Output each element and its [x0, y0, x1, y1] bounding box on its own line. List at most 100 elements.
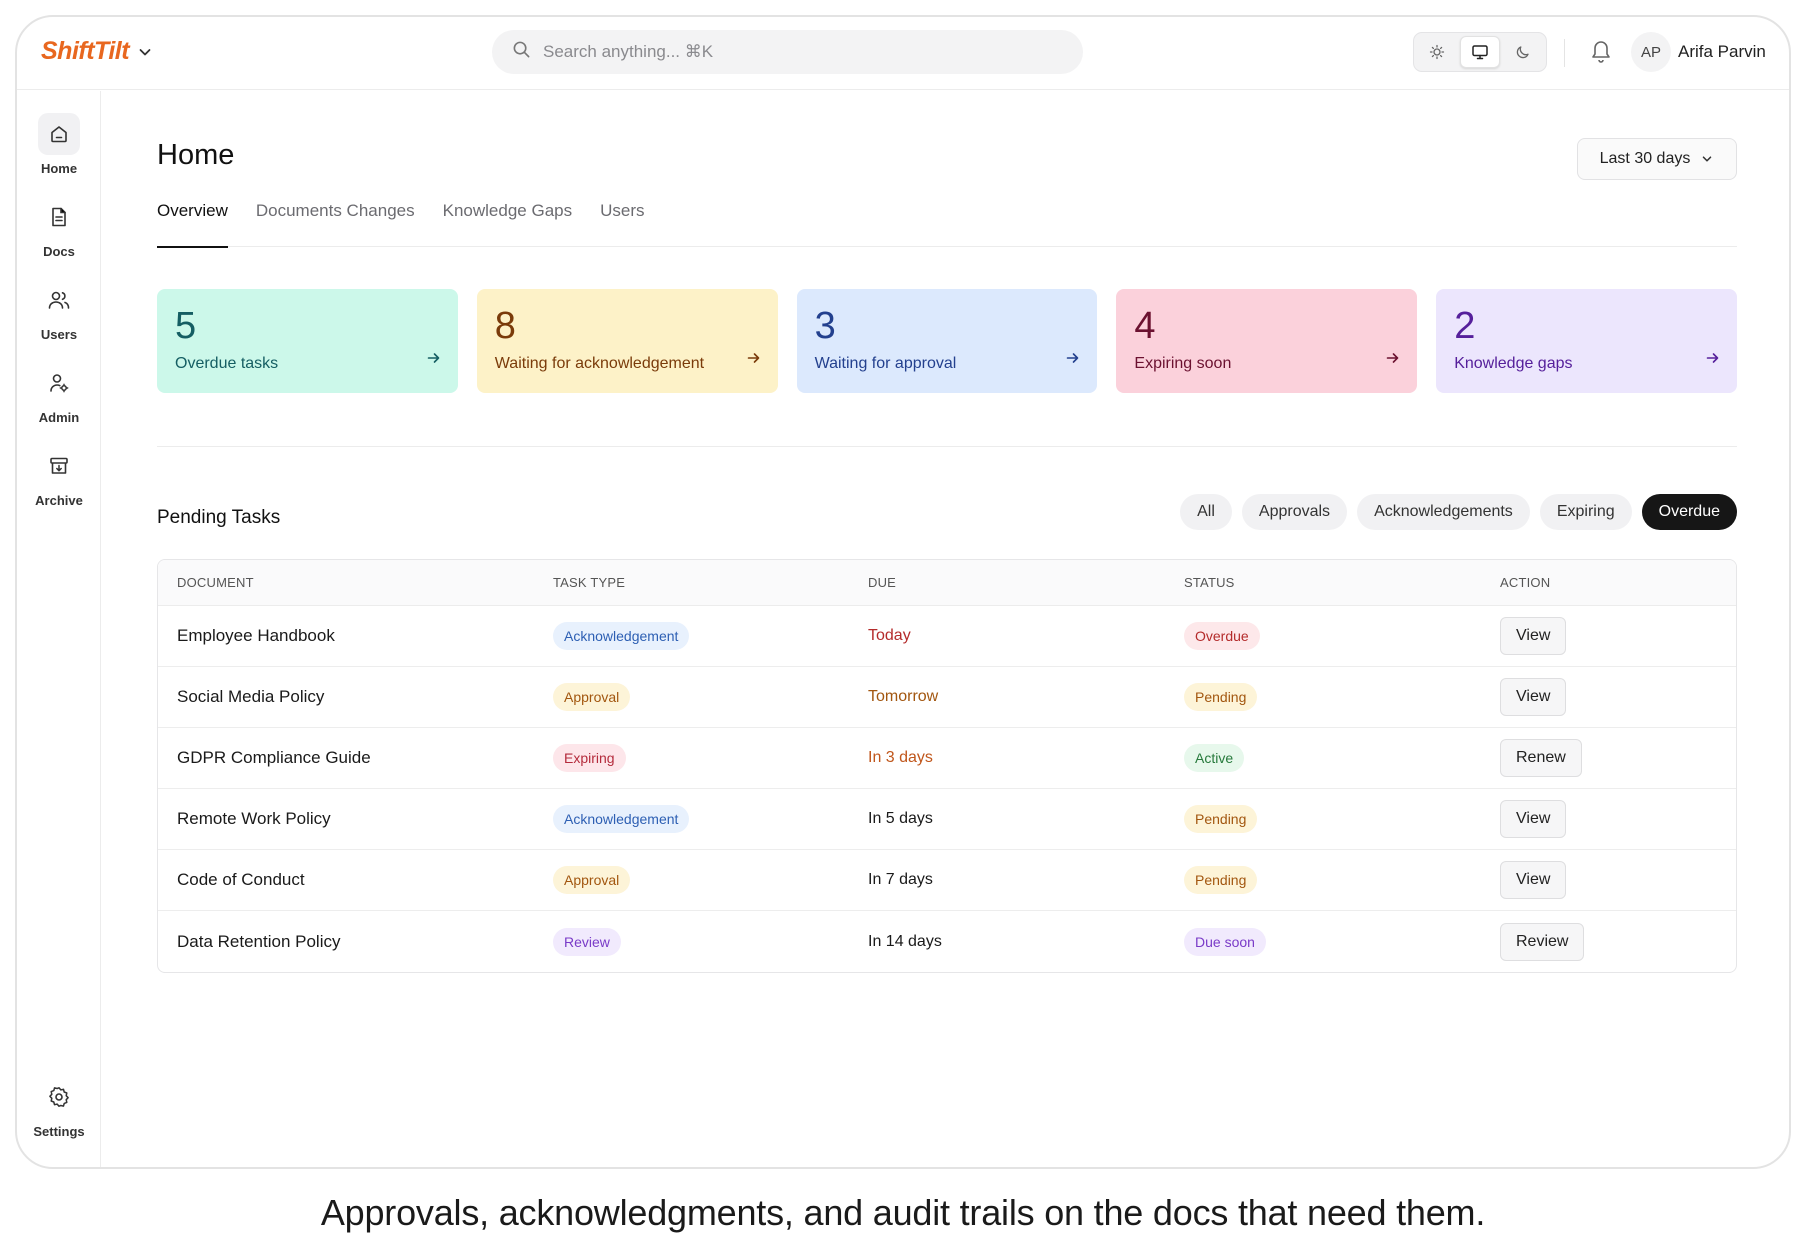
arrow-right-icon — [1065, 350, 1081, 371]
stat-card-overdue[interactable]: 5 Overdue tasks — [157, 289, 458, 393]
tab-knowledge-gaps[interactable]: Knowledge Gaps — [443, 197, 572, 247]
date-range-dropdown[interactable]: Last 30 days — [1577, 138, 1737, 180]
admin-icon — [38, 362, 80, 404]
app-window: ShiftTilt AP Arifa Pa — [15, 15, 1791, 1169]
archive-icon — [38, 445, 80, 487]
sidebar-item-label: Users — [40, 327, 78, 342]
stat-label: Overdue tasks — [175, 355, 279, 372]
task-type-badge: Review — [553, 927, 621, 956]
sidebar-item-admin[interactable]: Admin — [17, 362, 101, 425]
search-bar[interactable] — [492, 30, 1083, 74]
tab-overview[interactable]: Overview — [157, 197, 228, 248]
table-row: Social Media Policy Approval Tomorrow Pe… — [158, 667, 1736, 728]
tab-bar: Overview Documents Changes Knowledge Gap… — [157, 197, 1737, 248]
row-action-button[interactable]: View — [1500, 678, 1567, 716]
due-date: In 7 days — [868, 871, 933, 888]
sidebar-item-archive[interactable]: Archive — [17, 445, 101, 508]
brand-switcher[interactable]: ShiftTilt — [41, 37, 153, 66]
moon-icon — [1516, 46, 1529, 59]
document-name[interactable]: Employee Handbook — [177, 626, 335, 645]
avatar[interactable]: AP — [1631, 32, 1671, 72]
document-icon — [38, 196, 80, 238]
column-header: TASK TYPE — [553, 575, 626, 590]
section-divider — [157, 446, 1737, 447]
column-header: ACTION — [1500, 575, 1551, 590]
stat-card-approval[interactable]: 3 Waiting for approval — [796, 289, 1098, 393]
status-badge: Overdue — [1184, 622, 1260, 650]
arrow-right-icon — [1385, 350, 1401, 371]
filter-all[interactable]: All — [1180, 494, 1232, 530]
pending-tasks-table: DOCUMENT TASK TYPE DUE STATUS ACTION Emp… — [157, 559, 1737, 973]
table-row: Code of Conduct Approval In 7 days Pendi… — [158, 850, 1736, 911]
sidebar-item-users[interactable]: Users — [17, 279, 101, 342]
notifications-button[interactable] — [1589, 37, 1613, 70]
row-action-button[interactable]: View — [1500, 800, 1567, 838]
sidebar-item-settings[interactable]: Settings — [17, 1076, 101, 1139]
stat-card-expiring[interactable]: 4 Expiring soon — [1116, 289, 1418, 393]
theme-light-button[interactable] — [1417, 36, 1458, 68]
stat-label: Knowledge gaps — [1454, 355, 1573, 372]
stat-label: Expiring soon — [1134, 355, 1232, 372]
arrow-right-icon — [746, 350, 762, 371]
document-name[interactable]: Data Retention Policy — [177, 932, 340, 951]
search-input[interactable] — [543, 42, 1023, 62]
sidebar-item-label: Settings — [33, 1124, 85, 1139]
task-type-badge: Acknowledgement — [553, 622, 690, 650]
table-row: Data Retention Policy Review In 14 days … — [158, 911, 1736, 972]
filter-acknowledgements[interactable]: Acknowledgements — [1357, 494, 1530, 530]
status-badge: Pending — [1184, 683, 1258, 711]
filter-approvals[interactable]: Approvals — [1241, 494, 1348, 530]
bell-icon — [1592, 41, 1610, 63]
home-icon — [38, 113, 80, 155]
arrow-right-icon — [426, 350, 442, 371]
status-badge: Pending — [1184, 866, 1258, 894]
filter-expiring[interactable]: Expiring — [1539, 494, 1632, 530]
theme-dark-button[interactable] — [1502, 36, 1543, 68]
sidebar-item-label: Admin — [38, 410, 80, 425]
section-title: Pending Tasks — [157, 507, 281, 528]
status-badge: Pending — [1184, 805, 1258, 833]
sidebar-item-label: Docs — [43, 244, 75, 259]
task-type-badge: Approval — [553, 866, 631, 894]
stat-card-knowledge-gaps[interactable]: 2 Knowledge gaps — [1436, 289, 1737, 393]
row-action-button[interactable]: Review — [1500, 922, 1585, 961]
top-bar: ShiftTilt AP Arifa Pa — [17, 17, 1789, 90]
monitor-icon — [1472, 45, 1488, 60]
stat-card-acknowledgement[interactable]: 8 Waiting for acknowledgement — [476, 289, 778, 393]
stat-label: Waiting for approval — [814, 355, 957, 372]
brand-logo: ShiftTilt — [41, 37, 130, 65]
tab-documents-changes[interactable]: Documents Changes — [256, 197, 415, 247]
tab-users[interactable]: Users — [600, 197, 644, 247]
table-row: Remote Work Policy Acknowledgement In 5 … — [158, 789, 1736, 850]
user-name[interactable]: Arifa Parvin — [1678, 42, 1766, 62]
document-name[interactable]: Remote Work Policy — [177, 809, 331, 828]
document-name[interactable]: GDPR Compliance Guide — [177, 748, 371, 767]
document-name[interactable]: Code of Conduct — [177, 870, 305, 889]
task-type-badge: Approval — [553, 683, 631, 711]
status-badge: Due soon — [1184, 927, 1266, 956]
sidebar-item-home[interactable]: Home — [17, 113, 101, 176]
stat-cards: 5 Overdue tasks 8 Waiting for acknowledg… — [157, 289, 1737, 393]
due-date: In 3 days — [868, 749, 933, 766]
status-badge: Active — [1184, 744, 1245, 772]
sidebar-item-docs[interactable]: Docs — [17, 196, 101, 259]
column-header: DOCUMENT — [177, 575, 254, 590]
stat-value: 5 — [175, 305, 197, 347]
sidebar: Home Docs Users Admin Archive Settings — [17, 91, 101, 1167]
theme-system-button[interactable] — [1459, 36, 1501, 68]
stat-label: Waiting for acknowledgement — [494, 355, 705, 372]
due-date: In 5 days — [868, 810, 933, 827]
chevron-down-icon — [1703, 156, 1712, 162]
task-type-badge: Expiring — [553, 744, 626, 772]
filter-overdue[interactable]: Overdue — [1641, 494, 1737, 530]
table-row: Employee Handbook Acknowledgement Today … — [158, 606, 1736, 667]
document-name[interactable]: Social Media Policy — [177, 687, 324, 706]
row-action-button[interactable]: Renew — [1500, 739, 1582, 777]
sun-icon — [1430, 44, 1445, 60]
table-header: DOCUMENT TASK TYPE DUE STATUS ACTION — [158, 560, 1736, 606]
row-action-button[interactable]: View — [1500, 861, 1567, 899]
row-action-button[interactable]: View — [1500, 617, 1567, 655]
task-type-badge: Acknowledgement — [553, 805, 690, 833]
page-title: Home — [157, 139, 235, 171]
due-date: Tomorrow — [868, 688, 939, 705]
